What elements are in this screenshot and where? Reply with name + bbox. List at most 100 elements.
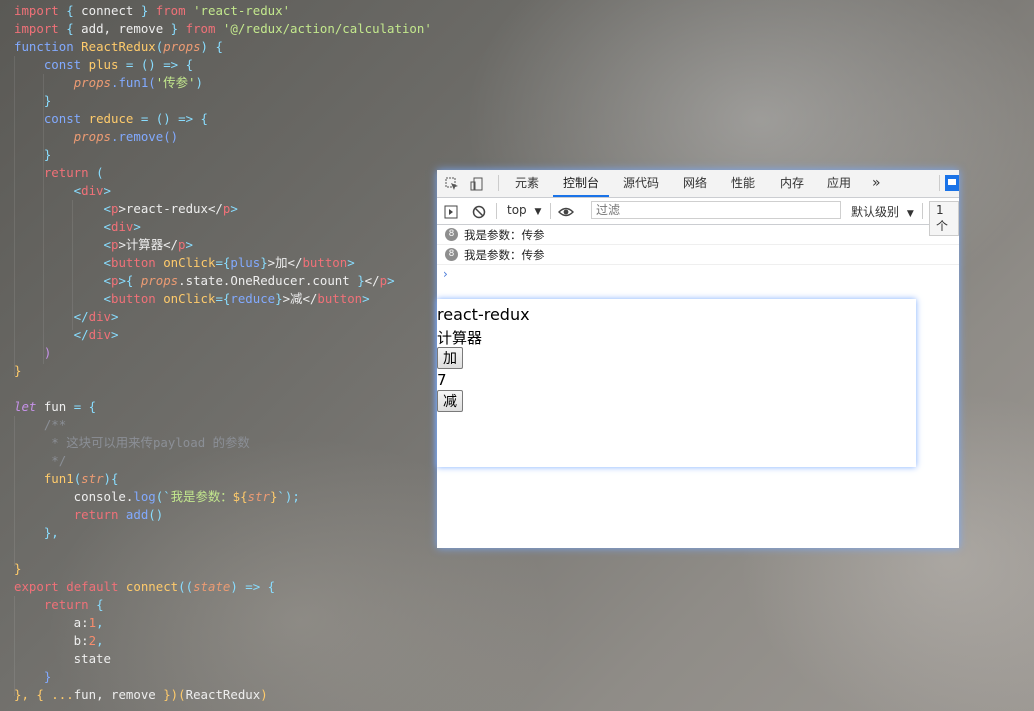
- code-line: }: [14, 363, 21, 378]
- code-token: button: [110, 255, 156, 270]
- code-token: return: [73, 507, 119, 522]
- code-token: str: [247, 489, 270, 504]
- console-prompt-chevron-icon: ›: [443, 267, 448, 281]
- code-token: ((: [178, 579, 194, 594]
- code-token: >加</: [267, 255, 303, 270]
- code-token: >: [347, 255, 355, 270]
- console-toolbar: top ▼ 默认级别 ▼ 1 个: [437, 198, 959, 236]
- code-line: },: [14, 525, 59, 540]
- inspect-element-icon[interactable]: [445, 176, 459, 190]
- code-token: }, { ...: [14, 687, 74, 702]
- app-title: react-redux: [437, 305, 530, 324]
- code-token: str: [81, 471, 104, 486]
- code-token: ) => {: [230, 579, 276, 594]
- code-token: reduce: [230, 291, 276, 306]
- code-line: state: [14, 651, 111, 666]
- reduce-button[interactable]: 减: [437, 390, 463, 412]
- code-token: })(: [163, 687, 186, 702]
- device-toolbar-icon[interactable]: [470, 176, 484, 191]
- code-token: >: [362, 291, 370, 306]
- code-token: >: [230, 201, 238, 216]
- code-token: (): [148, 507, 164, 522]
- code-line: return (: [14, 165, 104, 180]
- code-line: }: [14, 561, 21, 576]
- context-select[interactable]: top ▼: [507, 203, 541, 217]
- code-line: ): [14, 345, 51, 360]
- code-token: '@/redux/action/calculation': [222, 21, 432, 36]
- tab-sources[interactable]: 源代码: [623, 170, 659, 197]
- code-line: <p>计算器</p>: [14, 237, 193, 252]
- code-token: ): [195, 75, 203, 90]
- tab-performance[interactable]: 性能: [731, 170, 755, 197]
- code-token: props: [163, 39, 201, 54]
- code-line: }, { ...fun, remove })(ReactRedux): [14, 687, 268, 702]
- code-token: >: [111, 327, 119, 342]
- code-token: state: [14, 651, 111, 666]
- code-token: ={: [215, 255, 231, 270]
- feedback-icon[interactable]: [945, 175, 959, 191]
- code-token: 'react-redux': [193, 3, 291, 18]
- code-editor[interactable]: import { connect } from 'react-redux' im…: [0, 0, 432, 711]
- code-token: }: [14, 93, 52, 108]
- code-token: export: [14, 579, 59, 594]
- code-token: onClick: [155, 255, 216, 270]
- clear-console-icon[interactable]: [472, 204, 486, 219]
- code-token: }: [14, 147, 52, 162]
- code-token: }: [260, 255, 268, 270]
- code-token: fun, remove: [73, 687, 164, 702]
- toolbar-separator: [550, 203, 551, 219]
- code-token: ): [14, 345, 52, 360]
- tab-console[interactable]: 控制台: [553, 170, 610, 197]
- code-token: ,: [96, 633, 104, 648]
- tab-memory[interactable]: 内存: [780, 170, 804, 197]
- tab-separator: [939, 175, 940, 191]
- chevron-down-icon: ▼: [906, 209, 914, 219]
- code-token: >: [111, 309, 119, 324]
- code-token: plus: [81, 57, 126, 72]
- code-line: <p>{ props.state.OneReducer.count }</p>: [14, 273, 395, 288]
- code-token: = {: [73, 399, 97, 414]
- console-prompt-row[interactable]: ›: [437, 265, 959, 285]
- code-line: import { add, remove } from '@/redux/act…: [14, 21, 432, 36]
- tab-elements[interactable]: 元素: [515, 170, 539, 197]
- code-token: ${: [232, 489, 248, 504]
- code-content[interactable]: import { connect } from 'react-redux' im…: [14, 2, 432, 704]
- code-token: {: [88, 597, 104, 612]
- log-level-select[interactable]: 默认级别 ▼: [851, 203, 914, 220]
- eye-icon[interactable]: [558, 204, 574, 218]
- more-tabs-chevron-icon[interactable]: »: [872, 170, 881, 197]
- code-line: const reduce = () => {: [14, 111, 208, 126]
- filter-input[interactable]: [591, 201, 841, 219]
- code-line: return add(): [14, 507, 164, 522]
- code-token: .state.OneReducer.count: [178, 273, 358, 288]
- code-token: </: [14, 309, 89, 324]
- code-token: },: [14, 525, 59, 540]
- code-token: ) {: [200, 39, 223, 54]
- tab-application[interactable]: 应用: [827, 170, 851, 197]
- code-token: <: [14, 291, 111, 306]
- code-token: button: [302, 255, 348, 270]
- code-token: {: [58, 3, 82, 18]
- console-message-text: 我是参数：传参: [464, 228, 545, 242]
- code-line: props.remove(): [14, 129, 178, 144]
- console-message: 8 我是参数：传参: [437, 245, 959, 265]
- code-token: <: [14, 237, 111, 252]
- code-token: 2: [88, 633, 97, 648]
- sidebar-toggle-icon[interactable]: [444, 204, 458, 219]
- code-token: }: [14, 669, 52, 684]
- tab-network[interactable]: 网络: [683, 170, 707, 197]
- code-token: ReactRedux: [185, 687, 261, 702]
- code-line: b:2,: [14, 633, 104, 648]
- code-line: </div>: [14, 309, 119, 324]
- add-button[interactable]: 加: [437, 347, 463, 369]
- code-token: >: [133, 219, 141, 234]
- code-token: >: [185, 237, 193, 252]
- code-token: ){: [103, 471, 119, 486]
- code-token: from: [155, 3, 186, 18]
- code-token: props: [73, 129, 111, 144]
